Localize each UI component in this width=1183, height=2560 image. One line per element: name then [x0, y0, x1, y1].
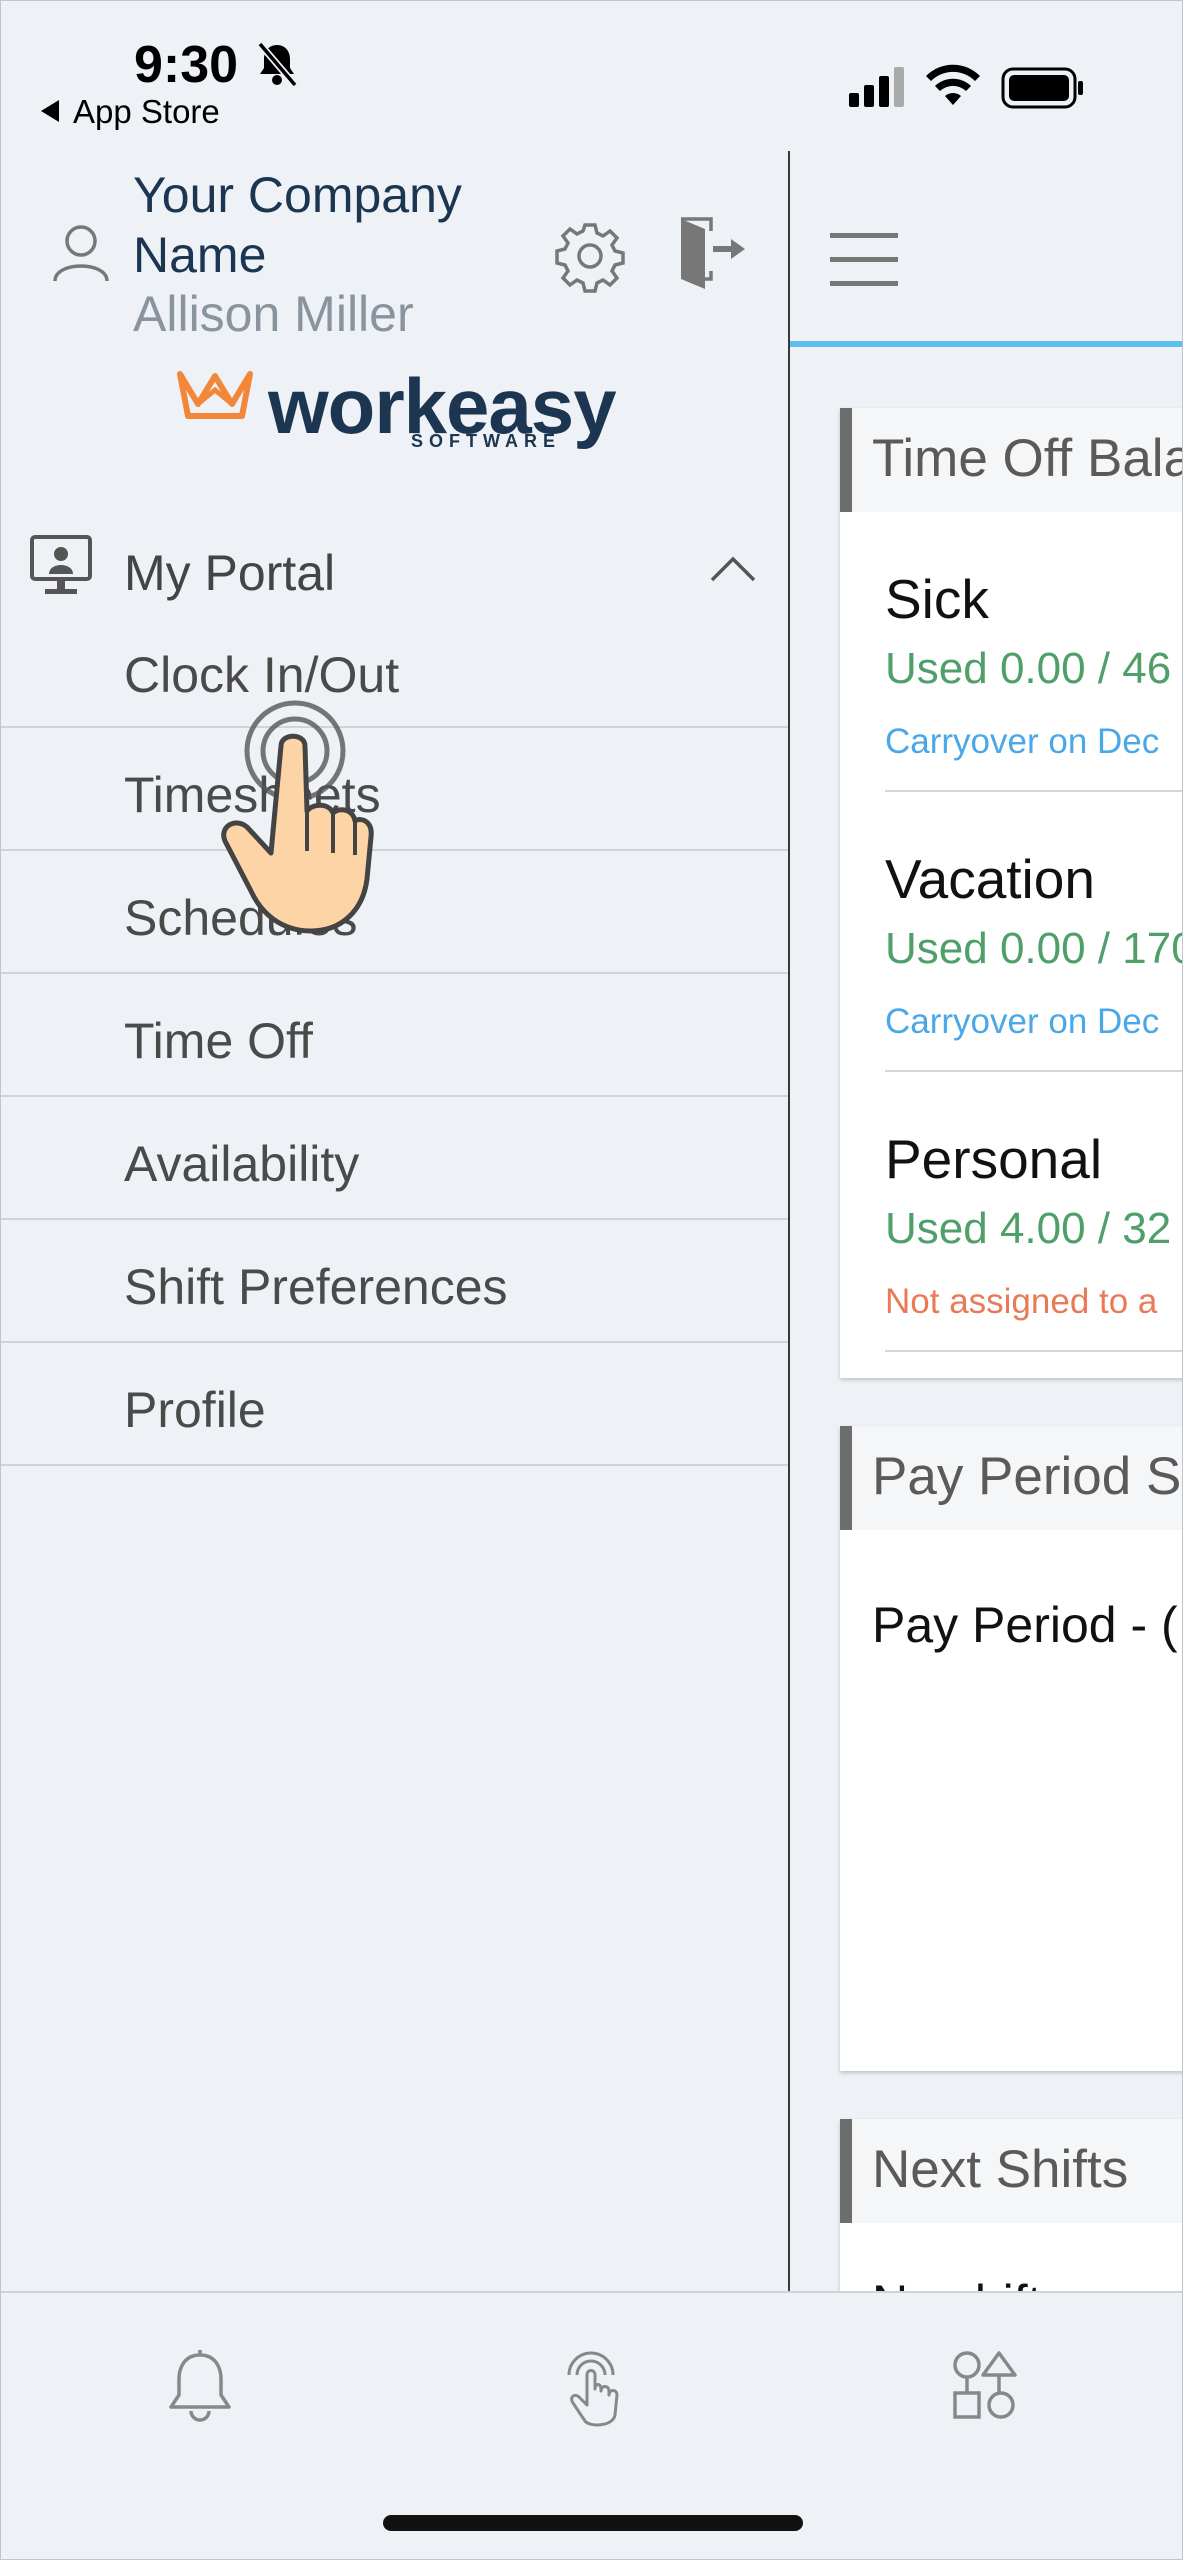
- workeasy-crown-logo-icon: [177, 371, 253, 419]
- menu-item-clock-in-out[interactable]: Clock In/Out: [1, 626, 788, 728]
- user-name: Allison Miller: [133, 286, 414, 342]
- clock-time: 9:30: [134, 36, 239, 94]
- leave-balance-sick[interactable]: Sick Used 0.00 / 46 Carryover on Dec: [885, 512, 1182, 792]
- back-to-app-store[interactable]: App Store: [41, 93, 220, 131]
- touch-hand-icon[interactable]: [559, 2349, 625, 2429]
- navigation-drawer: Your Company Name Allison Miller workeas…: [1, 151, 790, 2291]
- menu-item-availability[interactable]: Availability: [1, 1097, 788, 1220]
- card-header: Time Off Balances: [840, 408, 1182, 512]
- workeasy-logo-subtitle: SOFTWARE: [411, 431, 561, 451]
- back-arrow-icon: [41, 100, 59, 123]
- hamburger-menu-icon[interactable]: [830, 231, 900, 289]
- next-shifts-card: Next Shifts No shifts: [840, 2119, 1182, 2291]
- status-bar: 9:30 App Store: [1, 1, 1182, 151]
- menu-item-schedules[interactable]: Schedules: [1, 851, 788, 974]
- gear-icon[interactable]: [553, 219, 627, 293]
- app-screen: 9:30 App Store Your Company Name Allison…: [0, 0, 1183, 2560]
- company-name: Your Company Name: [133, 167, 462, 283]
- main-content: Time Off Balances Sick Used 0.00 / 46 Ca…: [790, 151, 1182, 2291]
- user-profile-icon[interactable]: [51, 223, 111, 283]
- pay-period-label[interactable]: Pay Period - (: [872, 1596, 1178, 1654]
- leave-balance-vacation[interactable]: Vacation Used 0.00 / 170 Carryover on De…: [885, 792, 1182, 1072]
- battery-icon: [1001, 67, 1083, 109]
- top-app-bar: [790, 151, 1182, 347]
- card-header: Next Shifts: [840, 2119, 1182, 2223]
- portal-menu: Clock In/Out Timesheets Schedules Time O…: [1, 626, 788, 1466]
- cellular-signal-icon: [849, 67, 904, 107]
- my-portal-label: My Portal: [124, 545, 336, 601]
- leave-balance-personal[interactable]: Personal Used 4.00 / 32 Not assigned to …: [885, 1072, 1182, 1352]
- logout-icon[interactable]: [675, 215, 747, 291]
- home-indicator[interactable]: [383, 2515, 803, 2531]
- pay-period-summary-card: Pay Period Summary Pay Period - (: [840, 1426, 1182, 2071]
- menu-item-time-off[interactable]: Time Off: [1, 974, 788, 1097]
- bell-icon[interactable]: [167, 2349, 233, 2423]
- card-header: Pay Period Summary: [840, 1426, 1182, 1530]
- time-off-balances-card: Time Off Balances Sick Used 0.00 / 46 Ca…: [840, 408, 1182, 1378]
- bottom-tab-bar: [1, 2291, 1182, 2559]
- menu-item-timesheets[interactable]: Timesheets: [1, 728, 788, 851]
- chevron-up-icon[interactable]: [709, 554, 757, 584]
- my-portal-section-header[interactable]: My Portal: [1, 506, 788, 626]
- menu-item-shift-preferences[interactable]: Shift Preferences: [1, 1220, 788, 1343]
- shapes-icon[interactable]: [951, 2349, 1021, 2423]
- monitor-user-icon: [30, 535, 92, 594]
- menu-item-profile[interactable]: Profile: [1, 1343, 788, 1466]
- next-shifts-text: No shifts: [872, 2274, 1067, 2291]
- bell-muted-icon: [257, 41, 298, 87]
- tap-gesture-icon: [221, 700, 374, 934]
- wifi-icon: [926, 64, 980, 105]
